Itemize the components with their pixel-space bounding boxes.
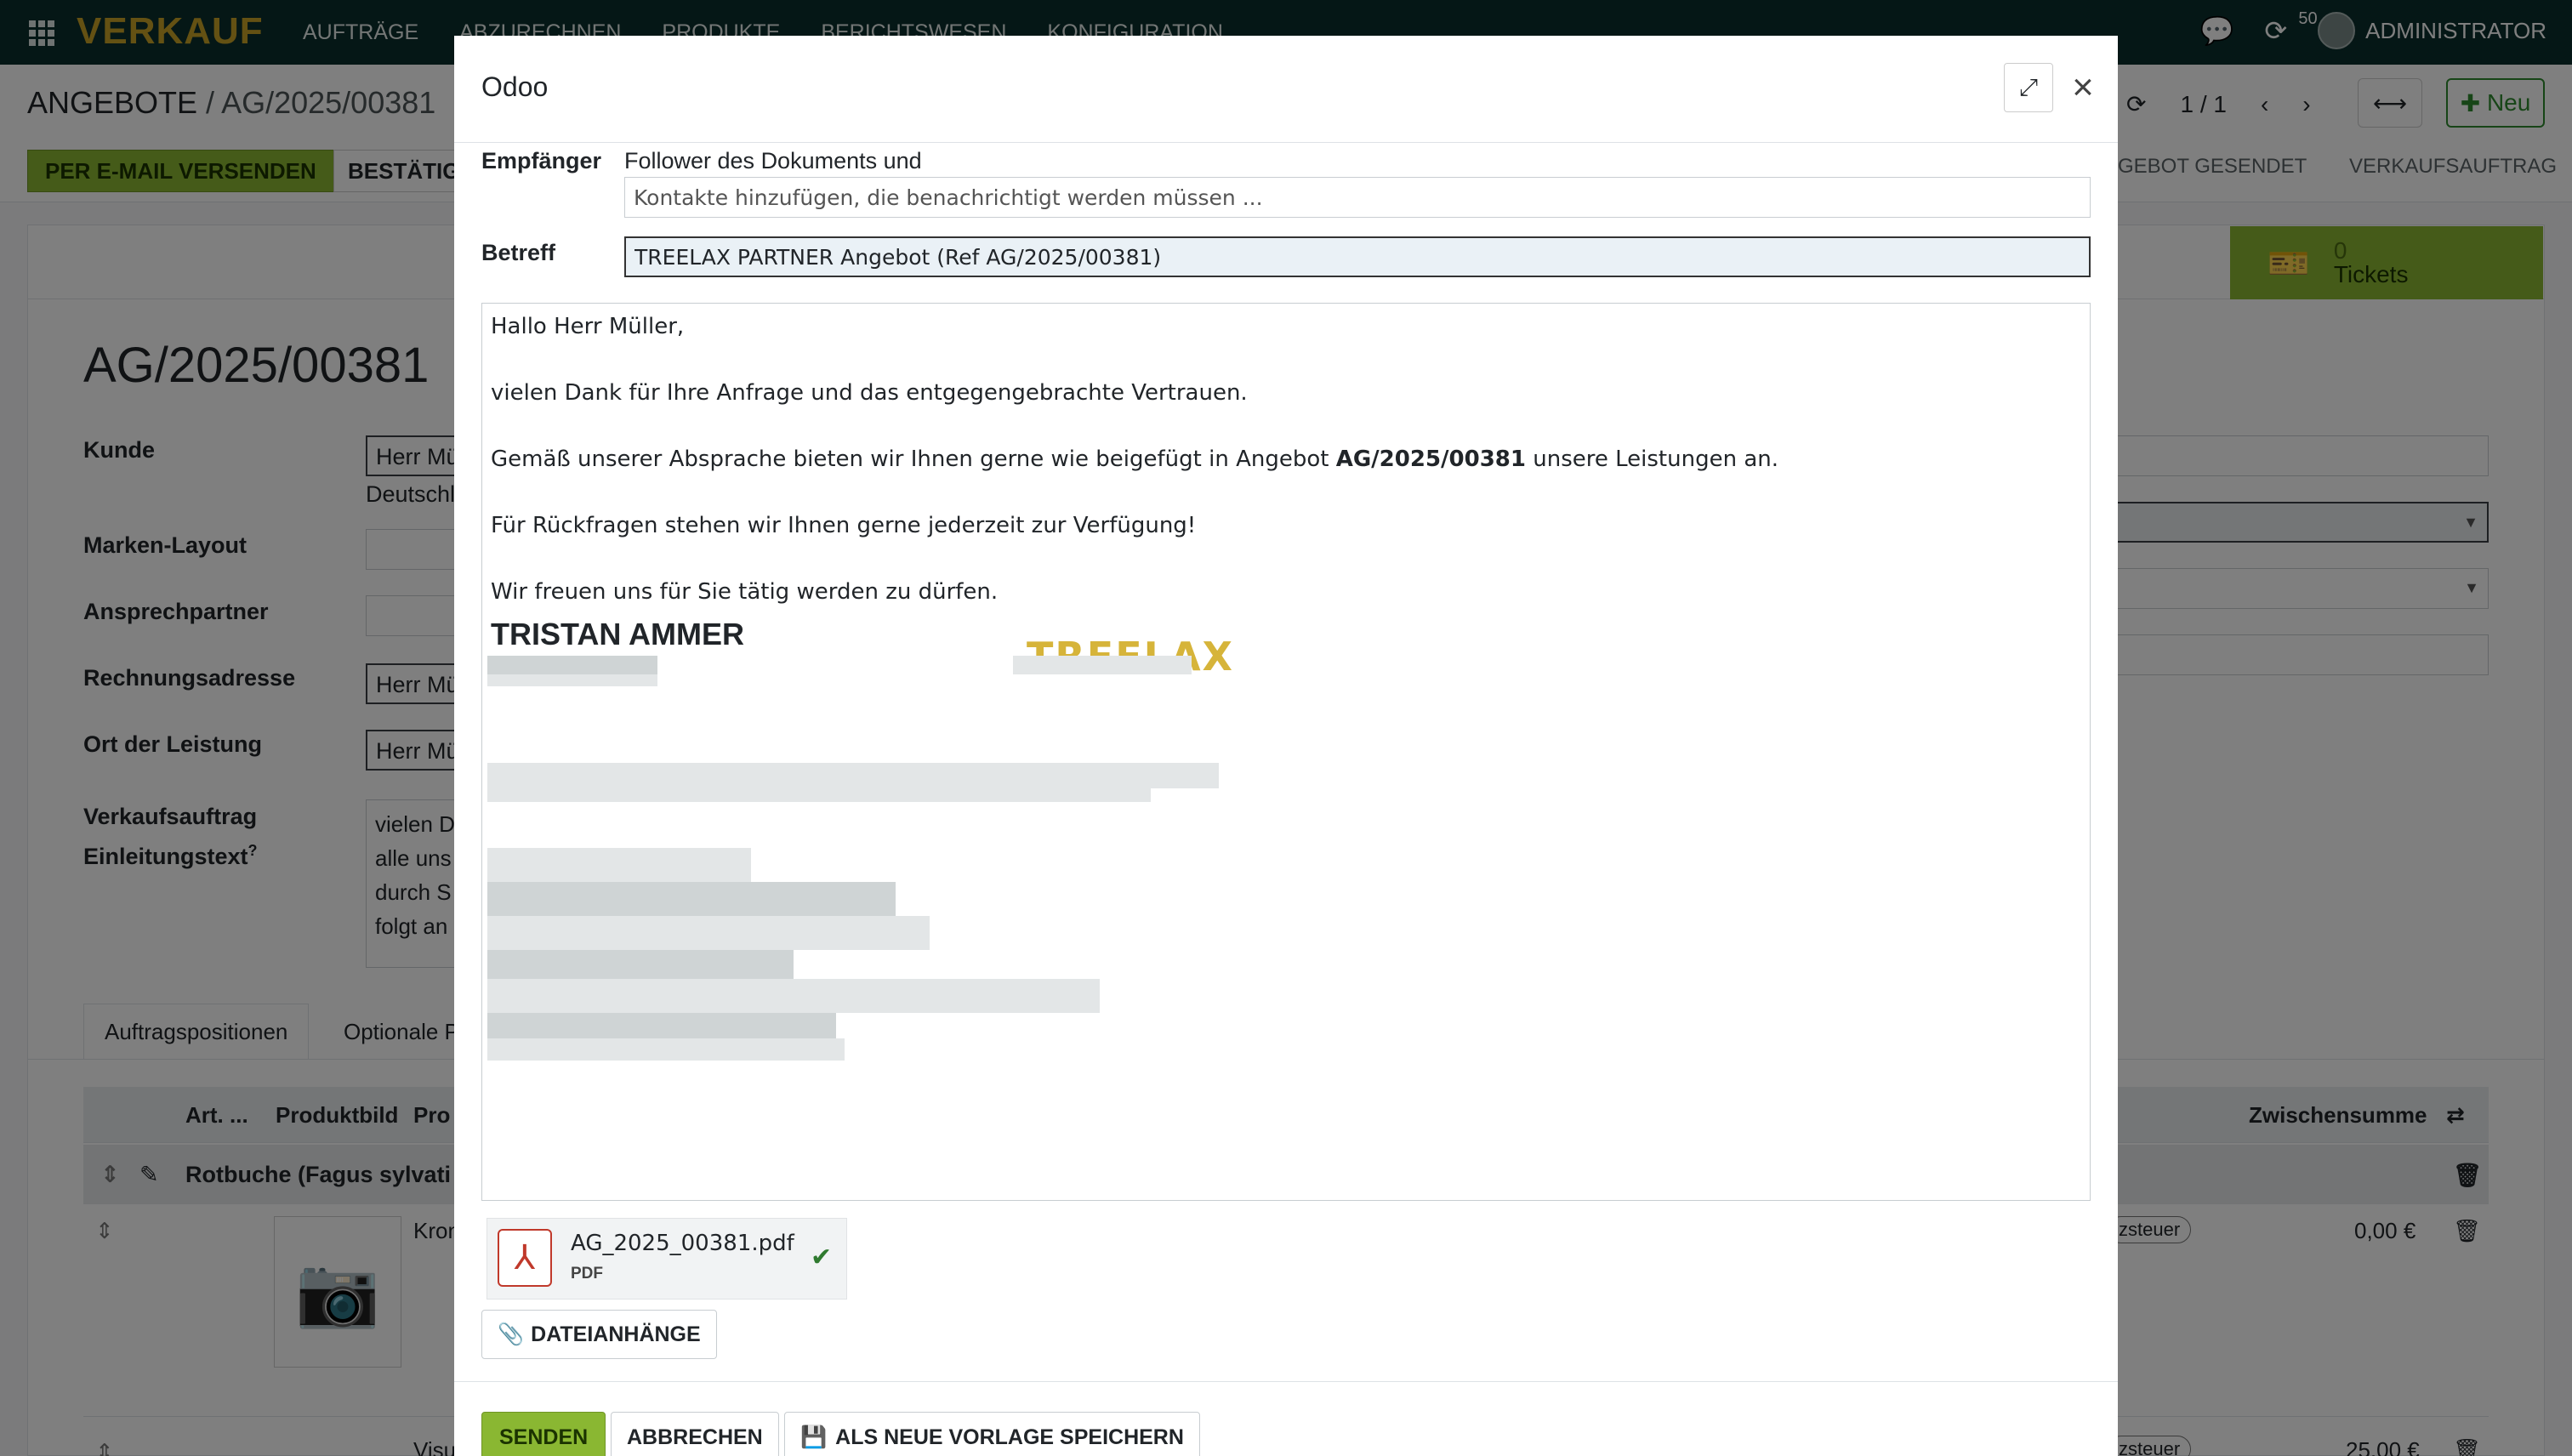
email-composer-dialog: Odoo ⤢ × Empfänger Follower des Dokument…	[454, 36, 2118, 1456]
recipients-input[interactable]	[624, 177, 2091, 218]
subject-input[interactable]	[624, 236, 2091, 277]
redacted-block	[487, 674, 657, 686]
body-line: Für Rückfragen stehen wir Ihnen gerne je…	[491, 513, 1197, 538]
body-greeting: Hallo Herr Müller,	[491, 314, 685, 339]
redacted-block	[1013, 656, 1192, 674]
signature-name: TRISTAN AMMER	[491, 617, 744, 651]
save-as-template-label: ALS NEUE VORLAGE SPEICHERN	[835, 1425, 1184, 1449]
body-text: Gemäß unserer Absprache bieten wir Ihnen…	[491, 446, 1336, 472]
redacted-block	[487, 788, 1151, 802]
redacted-block	[487, 1013, 836, 1038]
close-icon: ×	[2072, 66, 2094, 108]
attachment-type: PDF	[571, 1265, 603, 1283]
pdf-file-icon: ⅄	[498, 1229, 552, 1287]
redacted-block	[487, 882, 896, 916]
recipients-followers-text: Follower des Dokuments und	[624, 148, 922, 173]
redacted-block	[487, 848, 751, 882]
body-reference: AG/2025/00381	[1335, 446, 1526, 472]
paperclip-icon: 📎	[498, 1322, 525, 1346]
attach-files-label: DATEIANHÄNGE	[531, 1322, 701, 1346]
redacted-block	[487, 1038, 845, 1061]
close-button[interactable]: ×	[2060, 65, 2106, 111]
body-line: Wir freuen uns für Sie tätig werden zu d…	[491, 579, 999, 605]
redacted-block	[487, 950, 794, 979]
modal-title: Odoo	[481, 71, 549, 102]
save-as-template-button[interactable]: 💾 ALS NEUE VORLAGE SPEICHERN	[784, 1412, 1200, 1456]
body-line: vielen Dank für Ihre Anfrage und das ent…	[491, 380, 1248, 406]
redacted-block	[487, 916, 930, 950]
body-text: unsere Leistungen an.	[1526, 446, 1779, 472]
check-icon: ✔	[811, 1243, 833, 1271]
attach-files-button[interactable]: 📎 DATEIANHÄNGE	[481, 1310, 717, 1359]
cancel-button[interactable]: ABBRECHEN	[611, 1412, 779, 1456]
label-subject: Betreff	[481, 240, 556, 265]
attachment-card[interactable]: ⅄ AG_2025_00381.pdf PDF ✔	[487, 1218, 847, 1300]
email-body-editor[interactable]: Hallo Herr Müller, vielen Dank für Ihre …	[481, 303, 2091, 1201]
redacted-block	[487, 979, 1100, 1013]
modal-header: Odoo ⤢ ×	[454, 36, 2118, 143]
redacted-block	[487, 763, 1219, 788]
expand-button[interactable]: ⤢	[2004, 63, 2053, 112]
body-line: Gemäß unserer Absprache bieten wir Ihnen…	[491, 446, 1778, 472]
label-recipients: Empfänger	[481, 148, 602, 173]
footer-divider	[454, 1381, 2118, 1382]
send-button[interactable]: SENDEN	[481, 1412, 606, 1456]
expand-icon: ⤢	[2018, 73, 2039, 100]
floppy-disk-icon: 💾	[800, 1425, 828, 1449]
attachment-filename: AG_2025_00381.pdf	[571, 1231, 794, 1256]
redacted-block	[487, 656, 657, 674]
